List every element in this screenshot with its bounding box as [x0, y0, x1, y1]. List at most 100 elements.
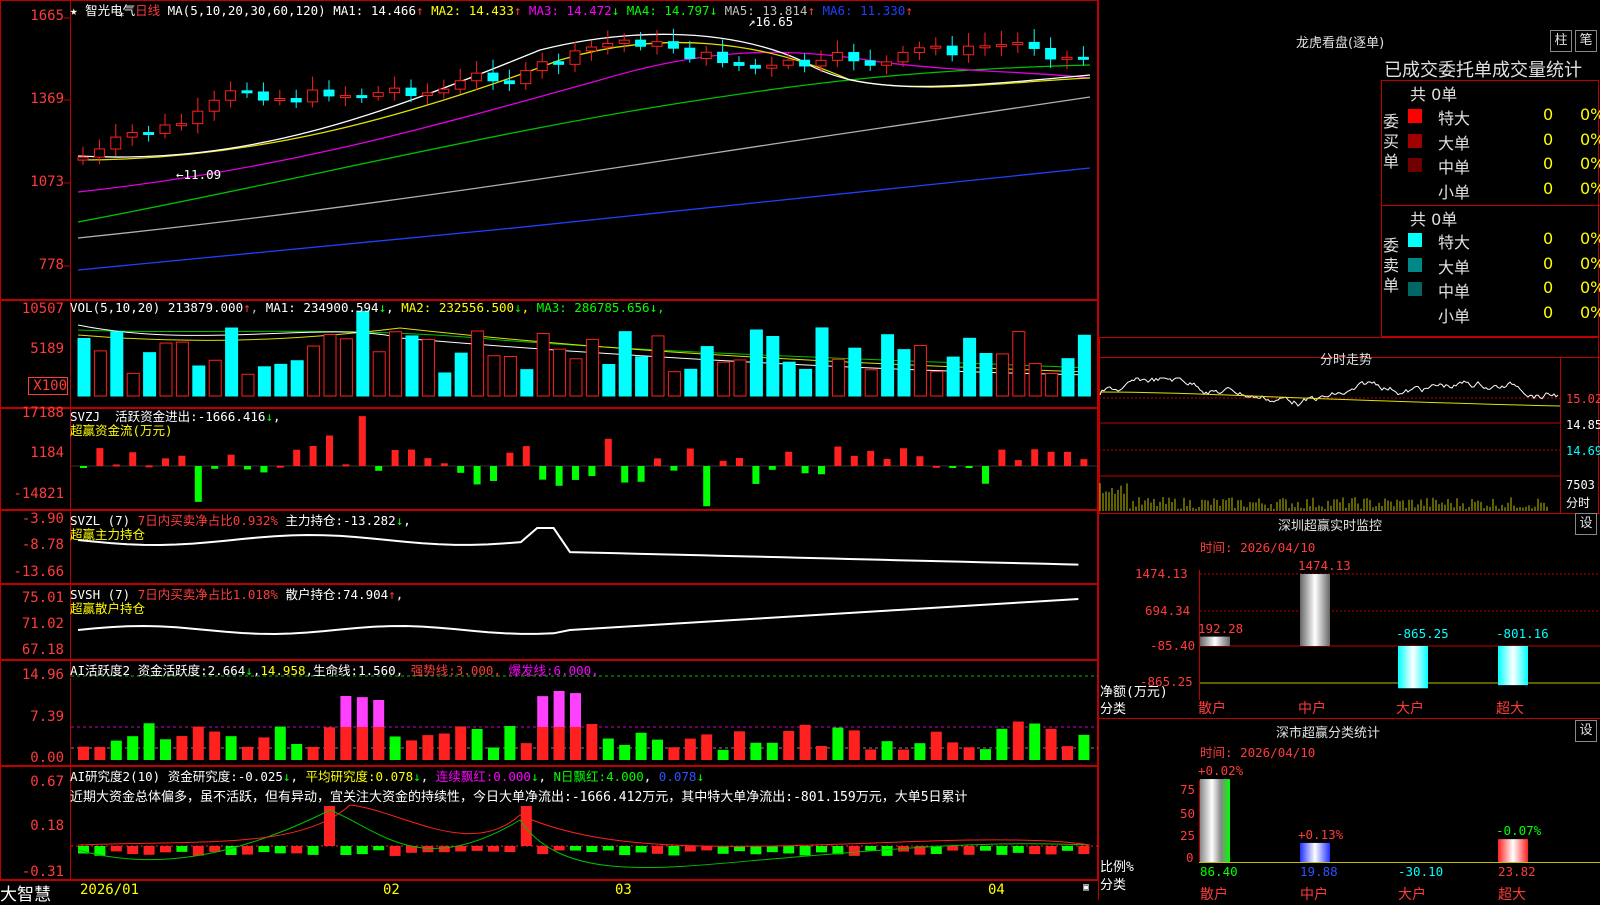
- volume-bar: [225, 327, 239, 397]
- activity-bar: [1029, 723, 1041, 760]
- volume-bar: [733, 359, 747, 397]
- column-view-button[interactable]: 柱: [1550, 30, 1572, 52]
- flow-bar: [752, 466, 760, 484]
- flow-bar: [965, 466, 973, 468]
- classify-category-label: 散户: [1200, 887, 1228, 903]
- volume-bar: [438, 372, 452, 397]
- research-bar: [980, 846, 991, 851]
- volume-bar: [454, 352, 468, 397]
- volume-bar: [126, 372, 140, 397]
- lock-icon[interactable]: ▣: [1083, 882, 1089, 893]
- candle-body: [175, 123, 187, 127]
- candle-body: [864, 60, 876, 66]
- intraday-avg-line: [1099, 391, 1561, 407]
- ma3-line: [77, 51, 1091, 193]
- volume-bar: [995, 353, 1009, 397]
- activity-bar: [898, 749, 909, 760]
- classify-value-label: -30.10: [1398, 864, 1444, 879]
- candle-body: [77, 156, 89, 161]
- monitor-value-label: -801.16: [1496, 626, 1549, 641]
- volume-bar: [257, 366, 271, 397]
- app-logo[interactable]: 大智慧: [0, 880, 51, 905]
- candle-body: [323, 89, 335, 97]
- activity-bar: [356, 727, 368, 760]
- candle-body: [1028, 41, 1040, 49]
- candle-body: [1077, 56, 1089, 60]
- volume-bar: [421, 338, 435, 397]
- volume-bar: [897, 349, 911, 397]
- monitor-category-label: 中户: [1298, 701, 1326, 717]
- research-bar: [455, 846, 467, 852]
- monitor-value-label: 1474.13: [1298, 558, 1351, 573]
- volume-bar: [274, 363, 288, 397]
- ai-research-axis-label: 0.67: [30, 774, 64, 790]
- candle-body: [192, 110, 204, 125]
- ai-active-axis-label: 0.00: [30, 750, 64, 766]
- flow-bar: [1064, 451, 1071, 466]
- svsh-axis-label: 67.18: [21, 642, 64, 658]
- volume-axis-label: 5189: [30, 341, 64, 357]
- flow-bar: [555, 466, 563, 486]
- activity-bar: [783, 730, 795, 760]
- activity-bar: [848, 730, 860, 760]
- volume-bar: [651, 335, 665, 397]
- candle-body: [93, 148, 105, 158]
- classify-settings-button[interactable]: 设: [1575, 720, 1597, 742]
- candle-body: [503, 80, 515, 85]
- flow-bar: [244, 466, 251, 470]
- flow-bar: [768, 466, 776, 470]
- research-bar: [619, 846, 631, 856]
- order-row: 小单00%: [1408, 179, 1600, 202]
- candle-body: [421, 92, 433, 97]
- research-bar: [488, 846, 499, 852]
- volume-unit-label[interactable]: X100: [28, 377, 68, 395]
- research-bar: [291, 846, 303, 854]
- retail-holding-line: [77, 598, 1079, 636]
- svzj-subtitle: 超赢资金流(万元): [70, 423, 173, 438]
- research-bar: [996, 846, 1008, 855]
- low-price-marker: ←11.09: [176, 167, 222, 182]
- tick-view-button[interactable]: 笔: [1575, 30, 1597, 52]
- ma2-line: [77, 41, 1091, 161]
- research-bar: [373, 846, 385, 851]
- monitor-bar: [1398, 646, 1428, 689]
- svzl-axis-label: -8.78: [21, 537, 64, 553]
- flow-bar: [801, 466, 809, 474]
- flow-bar: [900, 448, 907, 466]
- ai-active-axis-label: 14.96: [21, 667, 64, 683]
- volume-bar: [389, 331, 403, 397]
- candle-body: [454, 80, 466, 90]
- flow-bar: [621, 466, 629, 483]
- flow-bar: [129, 452, 137, 466]
- candle-body: [569, 50, 581, 65]
- activity-bar: [816, 745, 827, 760]
- period-label[interactable]: 日线: [135, 3, 160, 18]
- stats-tabs[interactable]: 已成交委托单成交量统计: [1384, 56, 1582, 82]
- research-bar: [570, 846, 581, 851]
- chart-canvas: [0, 0, 1600, 900]
- buy-side-label: 委买单: [1383, 112, 1400, 171]
- activity-bar: [865, 749, 877, 760]
- volume-bar: [520, 369, 534, 397]
- candle-body: [536, 61, 548, 72]
- activity-bar: [799, 724, 811, 760]
- monitor-category-label: 超大: [1496, 701, 1524, 717]
- flow-bar: [686, 448, 694, 466]
- volume-bar: [175, 341, 189, 397]
- ai-active-axis-label: 7.39: [30, 709, 64, 725]
- research-bar: [1029, 846, 1041, 855]
- monitor-category-label: 散户: [1198, 701, 1226, 717]
- volume-bar: [913, 344, 927, 397]
- candle-body: [585, 46, 597, 52]
- research-bar: [258, 846, 270, 853]
- classify-axis-label: 50: [1180, 806, 1196, 821]
- star-icon[interactable]: ★: [70, 3, 78, 18]
- volume-bar: [618, 331, 632, 397]
- volume-bar: [749, 329, 763, 397]
- classify-change-label: -0.07%: [1496, 823, 1542, 839]
- research-bar: [471, 846, 483, 851]
- volume-bar: [963, 337, 977, 397]
- research-bar: [176, 846, 188, 852]
- candle-body: [405, 87, 417, 97]
- monitor-settings-button[interactable]: 设: [1575, 513, 1597, 535]
